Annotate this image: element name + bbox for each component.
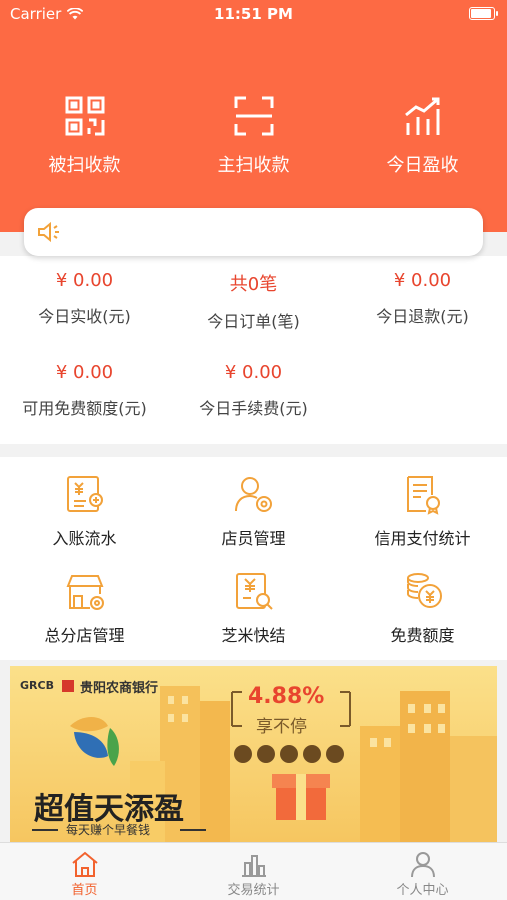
stat-label: 今日实收(元)	[38, 307, 131, 326]
stat-label: 可用免费额度(元)	[22, 399, 147, 418]
menu-item-staff[interactable]: 店员管理	[169, 473, 338, 549]
bar-chart-trend-icon	[404, 97, 439, 135]
status-bar: Carrier 11:51 PM	[0, 0, 507, 30]
menu-item-ledger[interactable]: 入账流水	[0, 473, 169, 549]
qa-label: 主扫收款	[217, 155, 290, 176]
bar-chart-icon	[241, 855, 266, 877]
banner-rate-caption: 享不停	[256, 717, 307, 737]
tab-label: 首页	[71, 883, 98, 898]
stat-today-fees: ¥ 0.00 今日手续费(元)	[169, 362, 338, 419]
menu-label: 免费额度	[390, 626, 455, 645]
stat-value: ¥ 0.00	[55, 362, 114, 383]
person-icon	[410, 852, 435, 878]
menu-label: 店员管理	[221, 529, 286, 548]
menu-label: 入账流水	[52, 529, 117, 548]
stat-label: 今日手续费(元)	[199, 399, 308, 418]
staff-settings-icon	[234, 477, 272, 512]
function-menu: 入账流水 店员管理 信用支付统计 总分店管理 芝米快结 免费额度	[0, 457, 507, 660]
stat-today-refunds: ¥ 0.00 今日退款(元)	[338, 270, 507, 327]
banner-subline: 每天赚个早餐钱	[66, 823, 151, 837]
stat-label: 今日订单(笔)	[207, 312, 300, 331]
qa-label: 被扫收款	[48, 155, 121, 176]
qa-passive-scan[interactable]: 被扫收款	[0, 95, 169, 177]
tab-transaction-stats[interactable]: 交易统计	[169, 843, 338, 900]
store-settings-icon	[66, 575, 104, 610]
tab-profile[interactable]: 个人中心	[338, 843, 507, 900]
promo-banner[interactable]: GRCB 贵阳农商银行 4.88% 享不停 超值天添盈 每天赚个早餐钱	[10, 666, 497, 842]
menu-label: 芝米快结	[221, 626, 286, 645]
stats-panel: ¥ 0.00 今日实收(元) 共0笔 今日订单(笔) ¥ 0.00 今日退款(元…	[0, 256, 507, 444]
stat-label: 今日退款(元)	[376, 307, 469, 326]
clock: 11:51 PM	[214, 5, 293, 23]
certificate-icon	[406, 476, 440, 515]
stat-value: ¥ 0.00	[224, 362, 283, 383]
notice-bar[interactable]	[24, 208, 483, 256]
header: Carrier 11:51 PM 被扫收款 主扫收款 今日盈收	[0, 0, 507, 232]
battery-icon	[469, 7, 498, 20]
banner-brand: GRCB	[20, 679, 54, 692]
menu-label: 总分店管理	[44, 626, 125, 645]
stat-free-quota: ¥ 0.00 可用免费额度(元)	[0, 362, 169, 419]
menu-item-branch-stores[interactable]: 总分店管理	[0, 570, 169, 646]
banner-bank-name: 贵阳农商银行	[80, 681, 159, 696]
ledger-icon	[66, 476, 103, 512]
banner-rate: 4.88%	[248, 684, 325, 709]
stat-today-orders: 共0笔 今日订单(笔)	[169, 270, 338, 332]
tab-label: 个人中心	[396, 883, 449, 898]
stat-value: ¥ 0.00	[393, 270, 452, 291]
tab-home[interactable]: 首页	[0, 843, 169, 900]
tab-bar: 首页 交易统计 个人中心	[0, 842, 507, 900]
menu-item-credit-stats[interactable]: 信用支付统计	[338, 473, 507, 549]
stat-value: 共0笔	[229, 274, 278, 295]
qr-code-icon	[65, 96, 104, 136]
qa-label: 今日盈收	[386, 155, 459, 176]
speaker-icon	[38, 221, 59, 243]
quick-actions: 被扫收款 主扫收款 今日盈收	[0, 95, 507, 177]
stat-value: ¥ 0.00	[55, 270, 114, 291]
home-icon	[71, 851, 98, 877]
stat-today-received: ¥ 0.00 今日实收(元)	[0, 270, 169, 327]
qa-today-revenue[interactable]: 今日盈收	[338, 95, 507, 177]
menu-item-quick-settle[interactable]: 芝米快结	[169, 570, 338, 646]
scan-frame-icon	[234, 96, 273, 136]
menu-label: 信用支付统计	[374, 529, 471, 548]
menu-item-free-quota[interactable]: 免费额度	[338, 570, 507, 646]
coins-icon	[406, 573, 442, 608]
bill-search-icon	[235, 573, 273, 610]
qa-active-scan[interactable]: 主扫收款	[169, 95, 338, 177]
tab-label: 交易统计	[227, 883, 280, 898]
